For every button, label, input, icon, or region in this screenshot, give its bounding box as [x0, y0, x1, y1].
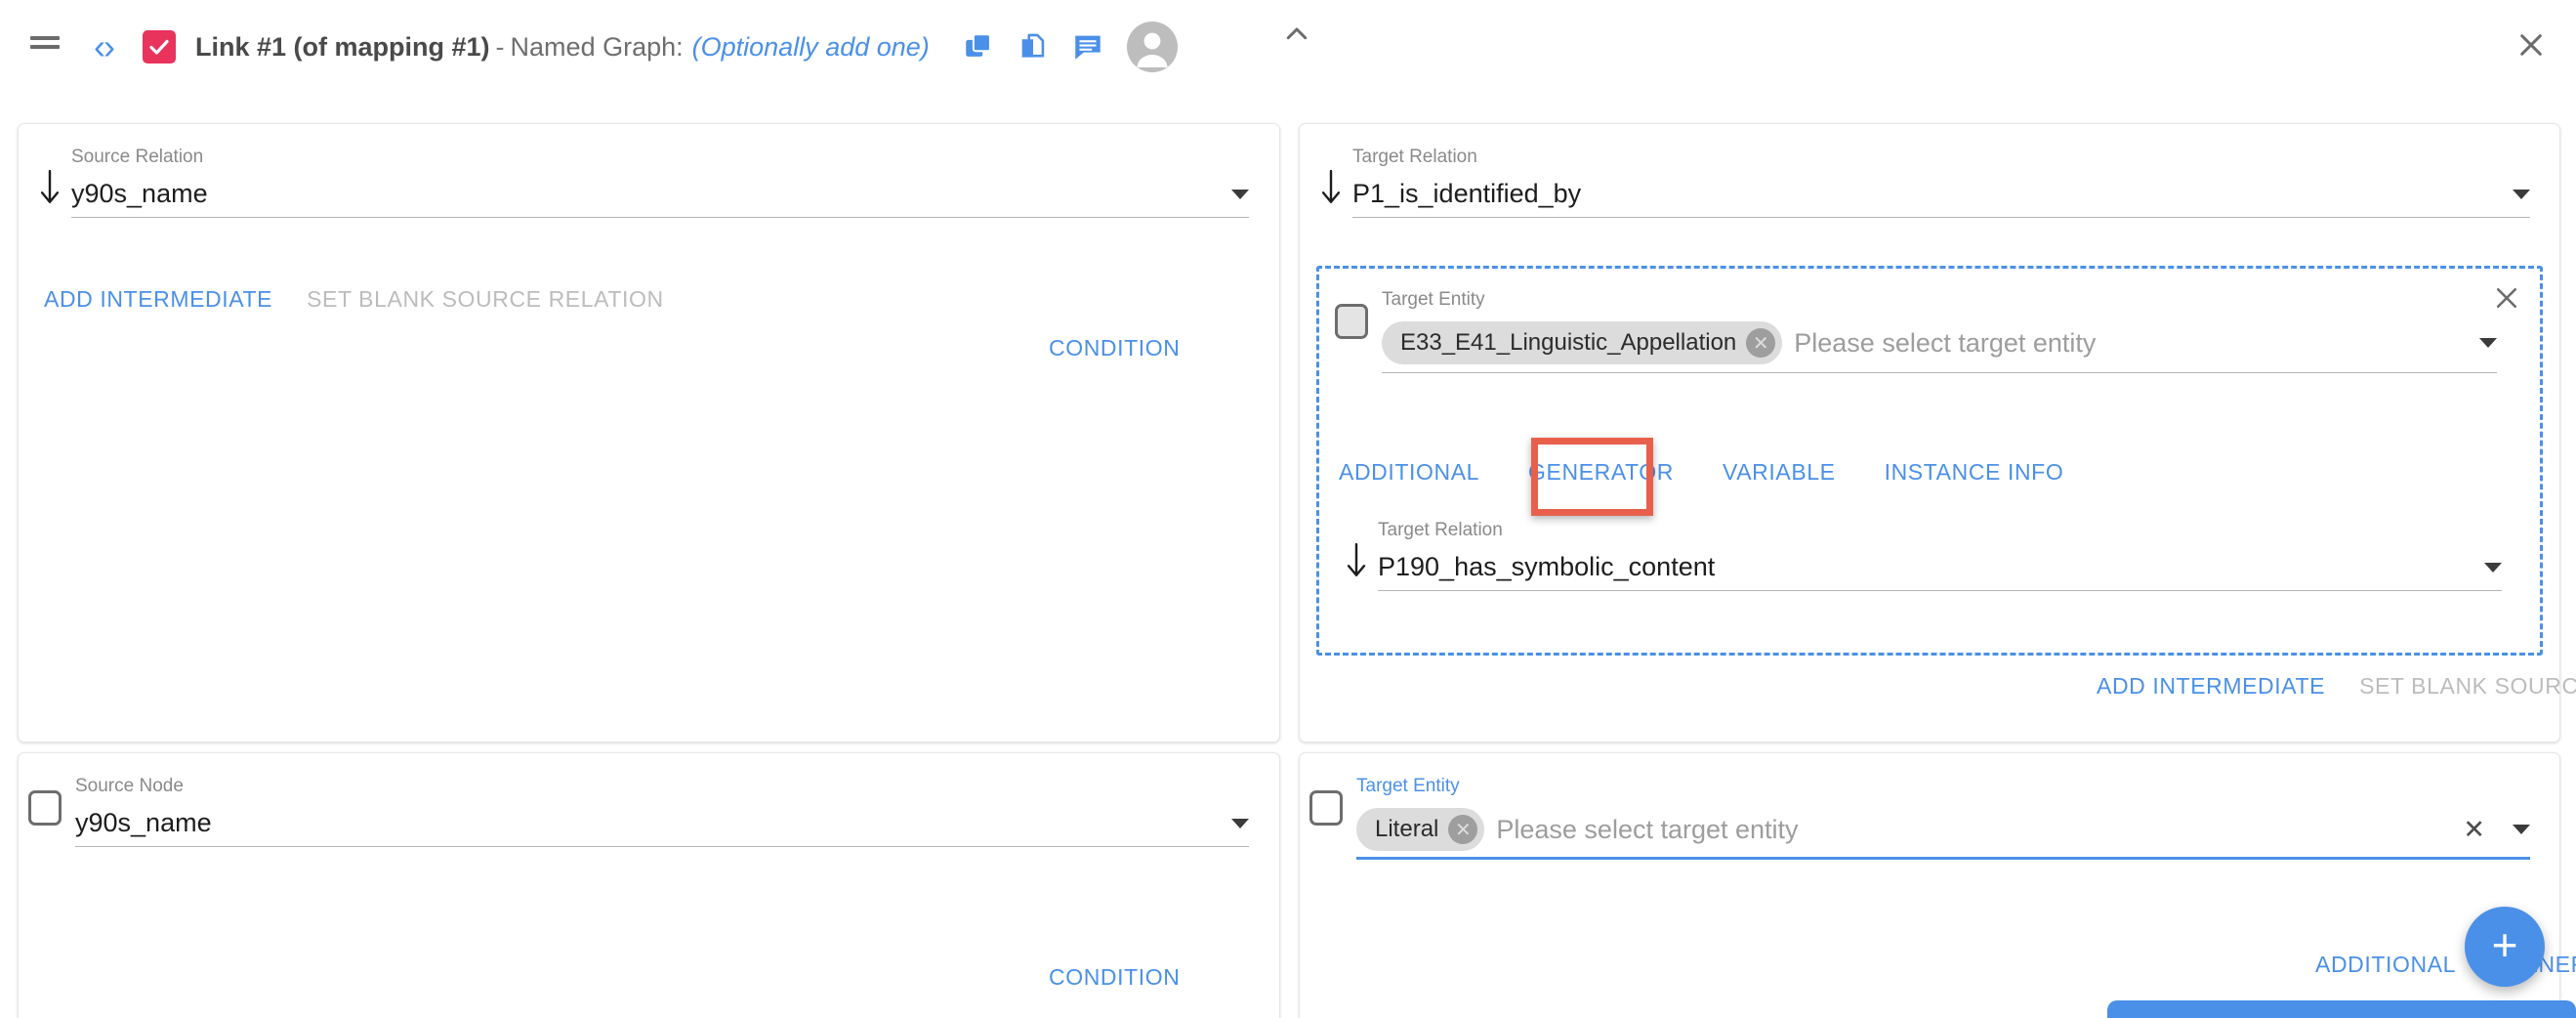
close-icon[interactable] [2508, 21, 2555, 68]
tab-variable[interactable]: VARIABLE [1723, 459, 1836, 486]
arrow-down-icon [28, 148, 71, 206]
target-entity-bottom-field[interactable]: Target Entity Literal ✕ Please select ta… [1309, 777, 2530, 860]
source-node-condition-row: CONDITION [1049, 964, 1180, 991]
source-node-value: y90s_name [75, 808, 212, 837]
source-relation-select[interactable]: y90s_name [71, 179, 1249, 218]
target-relation-select[interactable]: P1_is_identified_by [1352, 179, 2530, 218]
target-entity-bottom-placeholder: Please select target entity [1496, 814, 1799, 844]
target-relation-actions: ADD INTERMEDIATE SET BLANK SOURCE RELATI… [2097, 673, 2576, 700]
duplicate-file-icon[interactable] [1008, 21, 1059, 72]
caret-down-icon[interactable] [2513, 825, 2530, 834]
set-blank-source-relation-button[interactable]: SET BLANK SOURCE RELATION [307, 286, 664, 313]
intermediate-tabs: ADDITIONAL GENERATOR VARIABLE INSTANCE I… [1339, 459, 2063, 486]
literal-chip[interactable]: Literal ✕ [1356, 808, 1485, 851]
chip-remove-icon[interactable]: ✕ [1746, 328, 1776, 358]
unchecked-checkbox-icon[interactable] [28, 790, 62, 826]
source-relation-actions: ADD INTERMEDIATE SET BLANK SOURCE RELATI… [44, 286, 664, 313]
condition-button[interactable]: CONDITION [1049, 335, 1180, 361]
source-relation-value: y90s_name [71, 179, 208, 208]
bottom-progress-bar [2107, 1000, 2576, 1018]
chip-remove-icon[interactable]: ✕ [1448, 815, 1478, 844]
add-fab-button[interactable]: + [2465, 907, 2545, 987]
caret-down-icon[interactable] [2479, 338, 2497, 348]
intermediate-target-relation-value: P190_has_symbolic_content [1378, 552, 1716, 581]
source-relation-label: Source Relation [71, 147, 204, 167]
condition-button[interactable]: CONDITION [1049, 964, 1180, 991]
caret-down-icon[interactable] [1231, 818, 1249, 828]
add-intermediate-button[interactable]: ADD INTERMEDIATE [44, 286, 272, 313]
link-title-strong: Link #1 (of mapping #1) [195, 31, 490, 62]
target-entity-panel: Target Entity Literal ✕ Please select ta… [1299, 752, 2576, 1018]
source-node-label: Source Node [75, 776, 184, 796]
target-relation-label: Target Relation [1352, 147, 1477, 167]
named-graph-link[interactable]: (Optionally add one) [692, 32, 930, 63]
tab-additional[interactable]: ADDITIONAL [1339, 459, 1479, 486]
source-node-panel: Source Node y90s_name CONDITION [18, 752, 1280, 1018]
user-avatar-icon[interactable] [1126, 21, 1178, 72]
arrow-down-icon [1309, 148, 1352, 206]
caret-down-icon[interactable] [1231, 189, 1249, 199]
arrow-down-icon [1335, 521, 1378, 579]
source-node-field[interactable]: Source Node y90s_name [28, 777, 1249, 847]
source-relation-panel: Source Relation y90s_name ADD INTERMEDIA… [18, 123, 1280, 742]
comment-icon[interactable] [1062, 21, 1113, 72]
target-entity-bottom-select[interactable]: Literal ✕ Please select target entity ✕ [1356, 808, 2530, 860]
copy-icon[interactable] [953, 21, 1004, 72]
source-node-select[interactable]: y90s_name [75, 808, 1249, 847]
title-separator: - [495, 31, 505, 62]
header-actions [953, 21, 1178, 72]
entity-chip-label: E33_E41_Linguistic_Appellation [1400, 329, 1737, 356]
named-graph-label: Named Graph: [510, 31, 684, 62]
set-blank-source-relation-button[interactable]: SET BLANK SOURCE RELATION [2359, 673, 2576, 700]
tab-generator[interactable]: GENERATOR [1528, 459, 1674, 486]
caret-down-icon[interactable] [2484, 562, 2502, 573]
unchecked-checkbox-icon[interactable] [1335, 304, 1368, 339]
literal-chip-label: Literal [1375, 816, 1439, 842]
entity-chip[interactable]: E33_E41_Linguistic_Appellation ✕ [1382, 321, 1783, 364]
unchecked-checkbox-icon[interactable] [1309, 790, 1343, 826]
target-entity-bottom-label: Target Entity [1356, 776, 1460, 796]
target-entity-select[interactable]: E33_E41_Linguistic_Appellation ✕ Please … [1382, 321, 2497, 373]
link-editor-screen: ‹› Link #1 (of mapping #1) - Named Graph… [0, 0, 2576, 1018]
intermediate-target-relation-select[interactable]: P190_has_symbolic_content [1378, 552, 2502, 591]
intermediate-entity-block: Target Entity E33_E41_Linguistic_Appella… [1316, 266, 2543, 656]
page-title: Link #1 (of mapping #1) - Named Graph: (… [195, 32, 930, 63]
source-condition-row: CONDITION [1049, 335, 1180, 361]
target-entity-field[interactable]: Target Entity E33_E41_Linguistic_Appella… [1335, 290, 2497, 373]
plus-icon: + [2491, 919, 2518, 970]
code-brackets-icon[interactable]: ‹› [78, 23, 129, 70]
target-entity-placeholder: Please select target entity [1794, 327, 2097, 358]
target-relation-field[interactable]: Target Relation P1_is_identified_by [1309, 148, 2530, 218]
clear-x-icon[interactable]: ✕ [2463, 816, 2485, 843]
intermediate-target-relation-label: Target Relation [1378, 520, 1503, 540]
tab-instance-info[interactable]: INSTANCE INFO [1885, 459, 2064, 486]
intermediate-target-relation-field[interactable]: Target Relation P190_has_symbolic_conten… [1335, 521, 2502, 591]
add-intermediate-button[interactable]: ADD INTERMEDIATE [2097, 673, 2325, 700]
caret-down-icon[interactable] [2513, 189, 2530, 199]
source-relation-field[interactable]: Source Relation y90s_name [28, 148, 1249, 218]
tab-additional[interactable]: ADDITIONAL [2315, 952, 2456, 978]
target-relation-value: P1_is_identified_by [1352, 179, 1582, 208]
chevron-up-icon[interactable] [1276, 14, 1317, 55]
hamburger-menu-icon[interactable] [21, 23, 68, 70]
checked-checkbox-icon[interactable] [143, 30, 176, 64]
app-header: ‹› Link #1 (of mapping #1) - Named Graph… [0, 0, 2576, 94]
target-entity-label: Target Entity [1382, 289, 1485, 310]
